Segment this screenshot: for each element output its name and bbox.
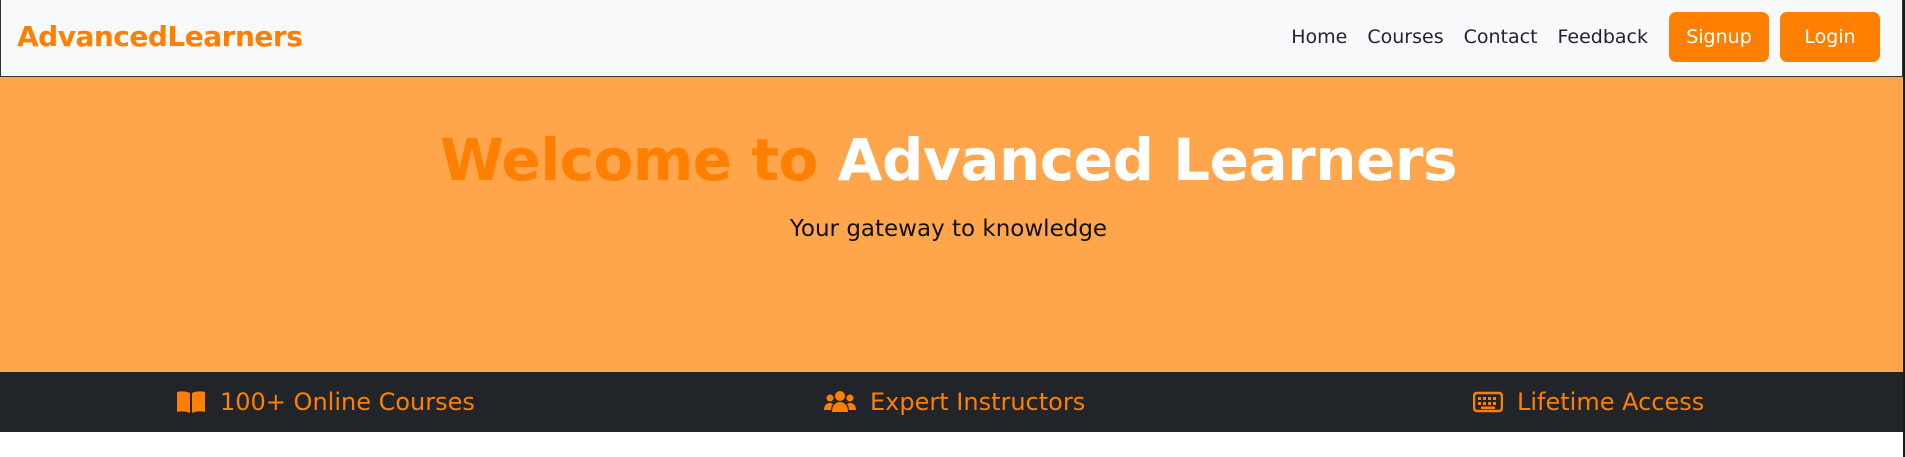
- login-button[interactable]: Login: [1780, 12, 1880, 62]
- nav-link-courses[interactable]: Courses: [1357, 12, 1453, 62]
- hero-title: Welcome to Advanced Learners: [0, 125, 1897, 195]
- hero-title-main: Advanced Learners: [837, 126, 1458, 194]
- nav-links: Home Courses Contact Feedback Signup Log…: [1281, 12, 1880, 62]
- feature-expert-instructors: Expert Instructors: [824, 372, 1085, 432]
- nav-link-contact[interactable]: Contact: [1454, 12, 1548, 62]
- nav-link-feedback[interactable]: Feedback: [1548, 12, 1658, 62]
- keyboard-icon: [1473, 391, 1503, 413]
- feature-label: 100+ Online Courses: [220, 388, 475, 416]
- users-icon: [824, 390, 856, 414]
- features-bar: 100+ Online Courses Expert Instructors L…: [0, 372, 1903, 432]
- hero-subtitle: Your gateway to knowledge: [789, 216, 1108, 242]
- signup-button[interactable]: Signup: [1669, 12, 1769, 62]
- navbar: AdvancedLearners Home Courses Contact Fe…: [0, 0, 1903, 77]
- feature-lifetime-access: Lifetime Access: [1473, 372, 1704, 432]
- page: AdvancedLearners Home Courses Contact Fe…: [0, 0, 1905, 457]
- feature-label: Expert Instructors: [870, 388, 1086, 416]
- nav-link-home[interactable]: Home: [1281, 12, 1357, 62]
- feature-online-courses: 100+ Online Courses: [176, 372, 475, 432]
- hero-title-accent: Welcome to: [440, 126, 818, 194]
- brand-logo-link[interactable]: AdvancedLearners: [17, 20, 303, 53]
- hero-section: Welcome to Advanced Learners Your gatewa…: [0, 77, 1903, 372]
- feature-label: Lifetime Access: [1517, 388, 1705, 416]
- book-open-icon: [176, 390, 206, 414]
